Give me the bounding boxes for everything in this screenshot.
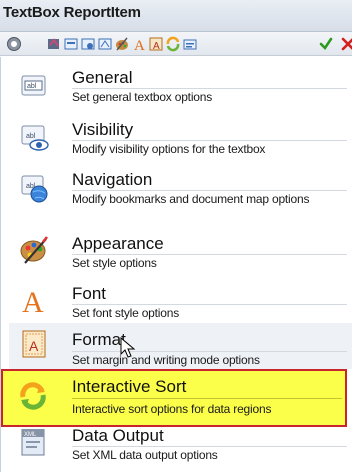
page-item-description: Modify bookmarks and document map option… (72, 192, 310, 206)
page-item-description: Set margin and writing mode options (72, 353, 260, 367)
page-item-title: General (72, 68, 133, 87)
page-item-format[interactable]: A Format Set margin and writing mode opt… (9, 323, 352, 369)
svg-text:XML: XML (24, 432, 37, 438)
divider (72, 140, 347, 141)
navigation-icon[interactable] (80, 36, 96, 52)
page-item-title: Format (72, 330, 126, 349)
title-bar: TextBox ReportItem (0, 0, 352, 32)
xml-icon: XML (19, 429, 49, 459)
visibility-eye-icon: abl (19, 123, 49, 153)
divider (72, 304, 347, 305)
interactive-sort-icon[interactable] (165, 36, 181, 52)
page-item-title: Visibility (72, 120, 134, 139)
svg-text:abl: abl (27, 83, 37, 90)
svg-text:A: A (134, 38, 145, 52)
svg-text:A: A (153, 41, 160, 52)
textbox-properties-window: TextBox ReportItem A A abl General Set g… (0, 0, 352, 472)
page-item-interactive-sort[interactable]: Interactive Sort Interactive sort option… (1, 369, 347, 427)
divider (72, 254, 347, 255)
back-icon[interactable] (6, 36, 22, 52)
page-item-appearance[interactable]: Appearance Set style options (9, 233, 352, 279)
svg-text:abl: abl (26, 133, 36, 140)
page-item-navigation[interactable]: abl Navigation Modify bookmarks and docu… (9, 169, 352, 231)
data-output-icon[interactable] (182, 36, 198, 52)
palette-icon (19, 235, 49, 265)
page-item-data-output[interactable]: XML Data Output Set XML data output opti… (9, 426, 352, 472)
divider (72, 190, 347, 191)
cancel-x-icon[interactable] (340, 36, 352, 52)
toolbar: A A (0, 32, 352, 56)
divider (72, 446, 347, 447)
page-item-title: Navigation (72, 170, 153, 189)
appearance-icon[interactable] (114, 36, 130, 52)
page-item-visibility[interactable]: abl Visibility Modify visibility options… (9, 119, 352, 165)
ok-check-icon[interactable] (318, 36, 334, 52)
svg-text:A: A (22, 286, 44, 315)
divider (72, 351, 347, 352)
format-icon[interactable] (97, 36, 113, 52)
mouse-cursor-icon (120, 337, 136, 358)
visibility-icon[interactable] (63, 36, 79, 52)
format-page-icon[interactable]: A (148, 36, 164, 52)
page-item-title: Appearance (72, 234, 164, 253)
page-item-general[interactable]: abl General Set general textbox options (9, 67, 352, 115)
font-icon[interactable]: A (131, 36, 147, 52)
page-item-title: Font (72, 284, 107, 303)
page-item-description: Modify visibility options for the textbo… (72, 142, 266, 156)
textbox-icon: abl (19, 71, 49, 101)
page-item-description: Set style options (72, 256, 157, 270)
window-title: TextBox ReportItem (3, 4, 141, 21)
font-a-icon: A (19, 285, 49, 315)
general-icon[interactable] (46, 36, 62, 52)
property-page-list: abl General Set general textbox options … (0, 57, 352, 472)
page-item-description: Set font style options (72, 306, 179, 320)
divider (72, 398, 342, 399)
format-page-icon: A (19, 329, 49, 359)
svg-text:A: A (29, 338, 39, 354)
navigation-globe-icon: abl (19, 173, 49, 203)
page-item-title: Interactive Sort (72, 377, 187, 396)
page-item-title: Data Output (72, 426, 164, 445)
page-item-description: Set general textbox options (72, 90, 213, 104)
divider (72, 88, 347, 89)
page-item-description: Set XML data output options (72, 448, 218, 462)
sort-arrows-icon (18, 381, 48, 411)
page-item-description: Interactive sort options for data region… (72, 402, 272, 416)
